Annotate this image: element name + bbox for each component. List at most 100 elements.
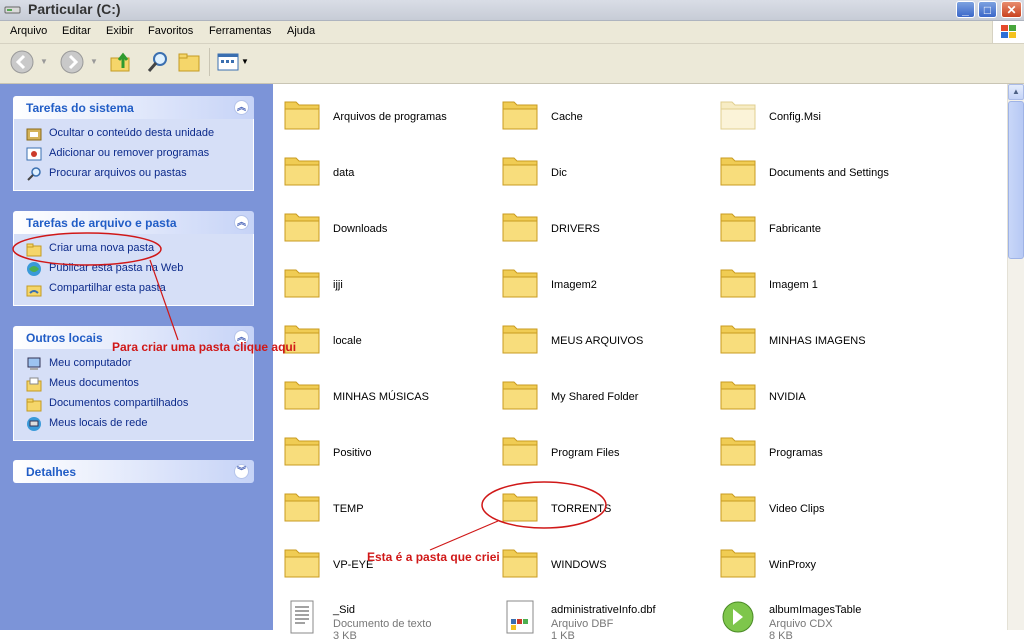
- task-publish-web[interactable]: Publicar esta pasta na Web: [14, 259, 253, 279]
- task-create-folder[interactable]: Criar uma nova pasta: [14, 239, 253, 259]
- folders-icon[interactable]: [177, 50, 203, 74]
- folder-item[interactable]: MINHAS IMAGENS: [713, 314, 923, 358]
- folder-name: Program Files: [551, 447, 620, 459]
- back-arrow-icon[interactable]: [10, 50, 34, 74]
- folder-icon: [283, 487, 321, 523]
- folder-item[interactable]: Arquivos de programas: [277, 90, 487, 134]
- folder-icon: [501, 431, 539, 467]
- folder-icon: [283, 431, 321, 467]
- panel-header[interactable]: Tarefas de arquivo e pasta ︽: [13, 211, 254, 234]
- scroll-up-button[interactable]: ▲: [1008, 84, 1024, 100]
- menu-ferramentas[interactable]: Ferramentas: [209, 25, 271, 37]
- folder-name: My Shared Folder: [551, 391, 639, 403]
- programs-icon: [26, 147, 42, 161]
- maximize-button[interactable]: □: [978, 1, 997, 18]
- drive-icon: [4, 6, 21, 14]
- folder-item[interactable]: data: [277, 146, 487, 190]
- folder-item[interactable]: DRIVERS: [495, 202, 705, 246]
- folder-icon: [283, 151, 321, 187]
- file-item[interactable]: administrativeInfo.dbf Arquivo DBF 1 KB: [495, 594, 705, 642]
- scroll-thumb[interactable]: [1008, 101, 1024, 259]
- folder-name: Cache: [551, 111, 583, 123]
- title-bar[interactable]: Particular (C:) _ □ ✕: [0, 0, 1024, 21]
- task-add-remove-programs[interactable]: Adicionar ou remover programas: [14, 144, 253, 164]
- folder-name: Documents and Settings: [769, 167, 889, 179]
- menu-editar[interactable]: Editar: [62, 25, 91, 37]
- folder-icon: [501, 95, 539, 131]
- expand-icon[interactable]: ︾: [234, 464, 249, 479]
- folder-item[interactable]: NVIDIA: [713, 370, 923, 414]
- folder-up-icon[interactable]: [109, 50, 133, 74]
- place-my-documents[interactable]: Meus documentos: [14, 374, 253, 394]
- file-name: albumImagesTable: [769, 604, 862, 616]
- panel-header[interactable]: Detalhes ︾: [13, 460, 254, 483]
- views-dropdown-icon[interactable]: ▼: [241, 57, 249, 66]
- folder-item[interactable]: WINDOWS: [495, 538, 705, 582]
- folder-icon: [719, 487, 757, 523]
- place-my-computer[interactable]: Meu computador: [14, 354, 253, 374]
- file-type: Arquivo CDX: [769, 618, 833, 630]
- folder-item[interactable]: Programas: [713, 426, 923, 470]
- task-share-folder[interactable]: Compartilhar esta pasta: [14, 279, 253, 299]
- back-dropdown-icon[interactable]: ▼: [40, 57, 48, 66]
- close-button[interactable]: ✕: [1001, 1, 1022, 18]
- search-icon[interactable]: [146, 50, 170, 74]
- folder-icon: [719, 95, 757, 131]
- task-hide-drive-contents[interactable]: Ocultar o conteúdo desta unidade: [14, 124, 253, 144]
- folder-item[interactable]: Dic: [495, 146, 705, 190]
- folder-item[interactable]: ijji: [277, 258, 487, 302]
- menu-exibir[interactable]: Exibir: [106, 25, 134, 37]
- folder-item[interactable]: Fabricante: [713, 202, 923, 246]
- minimize-button[interactable]: _: [956, 1, 975, 18]
- forward-dropdown-icon[interactable]: ▼: [90, 57, 98, 66]
- folder-item[interactable]: Imagem 1: [713, 258, 923, 302]
- folder-name: data: [333, 167, 355, 179]
- folder-icon: [501, 263, 539, 299]
- file-item[interactable]: albumImagesTable Arquivo CDX 8 KB: [713, 594, 923, 642]
- menu-bar: Arquivo Editar Exibir Favoritos Ferramen…: [0, 21, 1024, 44]
- file-type: Documento de texto: [333, 618, 432, 630]
- folder-name: DRIVERS: [551, 223, 600, 235]
- folder-item[interactable]: Program Files: [495, 426, 705, 470]
- folder-item[interactable]: Cache: [495, 90, 705, 134]
- forward-arrow-icon[interactable]: [60, 50, 84, 74]
- folder-item[interactable]: Config.Msi: [713, 90, 923, 134]
- folder-item[interactable]: Video Clips: [713, 482, 923, 526]
- collapse-icon[interactable]: ︽: [234, 100, 249, 115]
- documents-icon: [26, 377, 42, 392]
- folder-item[interactable]: My Shared Folder: [495, 370, 705, 414]
- folder-name: Fabricante: [769, 223, 821, 235]
- task-search-files[interactable]: Procurar arquivos ou pastas: [14, 164, 253, 184]
- folder-item[interactable]: locale: [277, 314, 487, 358]
- folder-icon: [719, 319, 757, 355]
- menu-ajuda[interactable]: Ajuda: [287, 25, 315, 37]
- file-list[interactable]: Arquivos de programas Cache Config.Msi data…: [274, 84, 1006, 642]
- folder-icon: [501, 543, 539, 579]
- folder-name: locale: [333, 335, 362, 347]
- folder-icon: [719, 263, 757, 299]
- vertical-scrollbar[interactable]: ▲: [1007, 84, 1024, 630]
- file-name: administrativeInfo.dbf: [551, 604, 656, 616]
- folder-icon: [501, 375, 539, 411]
- folder-name: MINHAS MÚSICAS: [333, 391, 429, 403]
- folder-item[interactable]: Documents and Settings: [713, 146, 923, 190]
- computer-icon: [27, 357, 41, 370]
- folder-item[interactable]: MINHAS MÚSICAS: [277, 370, 487, 414]
- panel-header[interactable]: Tarefas do sistema ︽: [13, 96, 254, 119]
- folder-item[interactable]: Positivo: [277, 426, 487, 470]
- folder-item[interactable]: Imagem2: [495, 258, 705, 302]
- place-shared-documents[interactable]: Documentos compartilhados: [14, 394, 253, 414]
- file-item[interactable]: _Sid Documento de texto 3 KB: [277, 594, 487, 642]
- folder-item[interactable]: TEMP: [277, 482, 487, 526]
- views-icon[interactable]: [216, 50, 240, 74]
- folder-item[interactable]: MEUS ARQUIVOS: [495, 314, 705, 358]
- folder-item[interactable]: Downloads: [277, 202, 487, 246]
- menu-favoritos[interactable]: Favoritos: [148, 25, 193, 37]
- menu-arquivo[interactable]: Arquivo: [10, 25, 47, 37]
- collapse-icon[interactable]: ︽: [234, 215, 249, 230]
- folder-item[interactable]: WinProxy: [713, 538, 923, 582]
- folder-name: Positivo: [333, 447, 372, 459]
- file-type: Arquivo DBF: [551, 618, 614, 630]
- place-network[interactable]: Meus locais de rede: [14, 414, 253, 434]
- folder-item[interactable]: TORRENTS: [495, 482, 705, 526]
